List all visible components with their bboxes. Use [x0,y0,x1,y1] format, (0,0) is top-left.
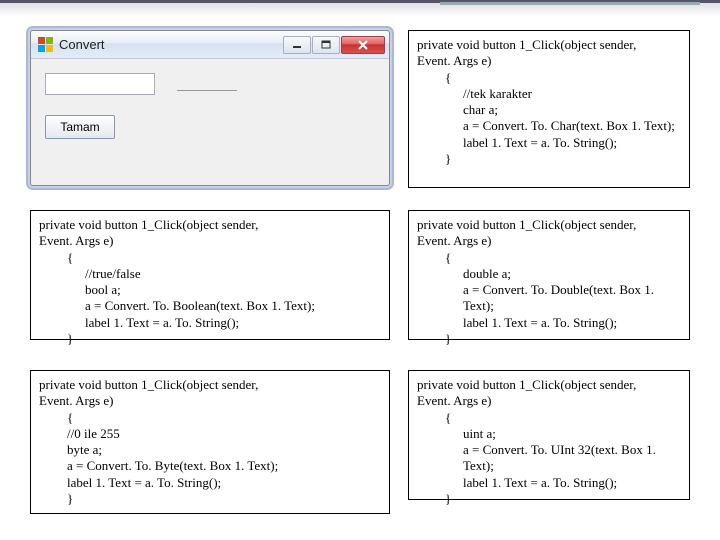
code-line: Event. Args e) [39,233,381,249]
app-window: Convert Tamam [30,30,390,186]
code-line: private void button 1_Click(object sende… [417,37,681,53]
minimize-icon [292,41,302,49]
code-snippet-char: private void button 1_Click(object sende… [408,30,690,188]
code-line: label 1. Text = a. To. String(); [39,315,381,331]
slide-top-border [0,0,720,16]
code-line: a = Convert. To. UInt 32(text. Box 1. Te… [417,442,681,475]
code-line: a = Convert. To. Double(text. Box 1. Tex… [417,282,681,315]
code-snippet-byte: private void button 1_Click(object sende… [30,370,390,514]
code-snippet-uint: private void button 1_Click(object sende… [408,370,690,500]
code-line: a = Convert. To. Byte(text. Box 1. Text)… [39,458,381,474]
label1 [177,77,237,91]
code-line: char a; [417,102,681,118]
titlebar: Convert [31,31,389,59]
code-line: private void button 1_Click(object sende… [39,377,381,393]
window-controls [283,36,385,54]
code-line: label 1. Text = a. To. String(); [417,315,681,331]
code-line: Event. Args e) [417,393,681,409]
maximize-button[interactable] [312,36,340,54]
code-snippet-double: private void button 1_Click(object sende… [408,210,690,340]
minimize-button[interactable] [283,36,311,54]
code-line: private void button 1_Click(object sende… [417,217,681,233]
code-line: { [417,70,681,86]
code-line: a = Convert. To. Char(text. Box 1. Text)… [417,118,681,134]
code-line: } [417,331,681,347]
code-line: label 1. Text = a. To. String(); [417,135,681,151]
code-line: } [417,491,681,507]
code-line: double a; [417,266,681,282]
tamam-button[interactable]: Tamam [45,115,115,139]
code-snippet-bool: private void button 1_Click(object sende… [30,210,390,340]
app-logo-icon [37,37,53,53]
close-icon [358,40,368,50]
code-line: } [39,331,381,347]
close-button[interactable] [341,36,385,54]
code-line: bool a; [39,282,381,298]
code-line: //true/false [39,266,381,282]
maximize-icon [321,40,331,50]
code-line: //tek karakter [417,86,681,102]
code-line: byte a; [39,442,381,458]
code-line: label 1. Text = a. To. String(); [417,475,681,491]
tamam-button-label: Tamam [60,120,99,134]
code-line: Event. Args e) [39,393,381,409]
code-line: a = Convert. To. Boolean(text. Box 1. Te… [39,298,381,314]
code-line: private void button 1_Click(object sende… [39,217,381,233]
code-line: uint a; [417,426,681,442]
code-line: { [39,410,381,426]
input-row [45,73,375,95]
code-line: Event. Args e) [417,53,681,69]
code-line: { [39,250,381,266]
code-line: } [39,491,381,507]
code-line: } [417,151,681,167]
code-line: { [417,410,681,426]
code-line: Event. Args e) [417,233,681,249]
window-client-area: Tamam [31,59,389,153]
window-title: Convert [59,37,277,52]
code-line: private void button 1_Click(object sende… [417,377,681,393]
code-line: //0 ile 255 [39,426,381,442]
code-line: { [417,250,681,266]
code-line: label 1. Text = a. To. String(); [39,475,381,491]
textbox1[interactable] [45,73,155,95]
